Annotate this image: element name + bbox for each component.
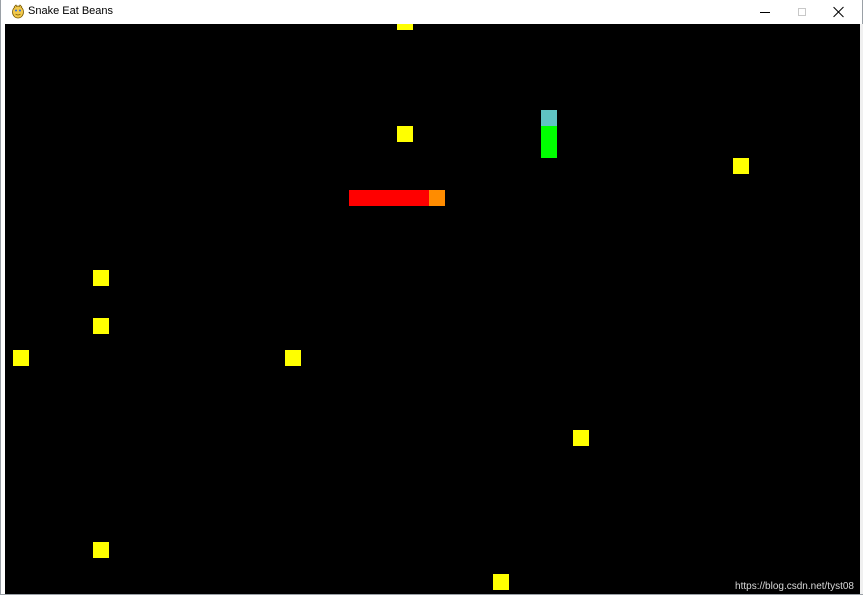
green-snake-head [541,110,557,126]
close-icon [833,6,845,18]
bean [93,318,109,334]
bean [493,574,509,590]
watermark: https://blog.csdn.net/tyst08 [735,581,854,592]
green-snake-body-segment [541,142,557,158]
red-snake-body-segment [397,190,413,206]
app-window: Snake Eat Beans https://blog.csdn.net/ty… [0,0,863,595]
bean [733,158,749,174]
red-snake-body-segment [381,190,397,206]
bean [397,126,413,142]
bean [397,24,413,30]
close-button[interactable] [821,0,857,24]
bean [573,430,589,446]
green-snake-body-segment [541,126,557,142]
red-snake-head [429,190,445,206]
red-snake-body-segment [349,190,365,206]
pygame-snake-icon [12,4,24,19]
maximize-button[interactable] [784,0,820,24]
bean [93,270,109,286]
minimize-icon [760,11,770,13]
minimize-button[interactable] [747,0,783,24]
bean [285,350,301,366]
maximize-icon [798,8,806,16]
bean [13,350,29,366]
title-bar[interactable]: Snake Eat Beans [1,0,862,24]
red-snake-body-segment [413,190,429,206]
game-canvas[interactable]: https://blog.csdn.net/tyst08 [5,24,860,594]
bean [93,542,109,558]
window-title: Snake Eat Beans [28,5,114,17]
red-snake-body-segment [365,190,381,206]
